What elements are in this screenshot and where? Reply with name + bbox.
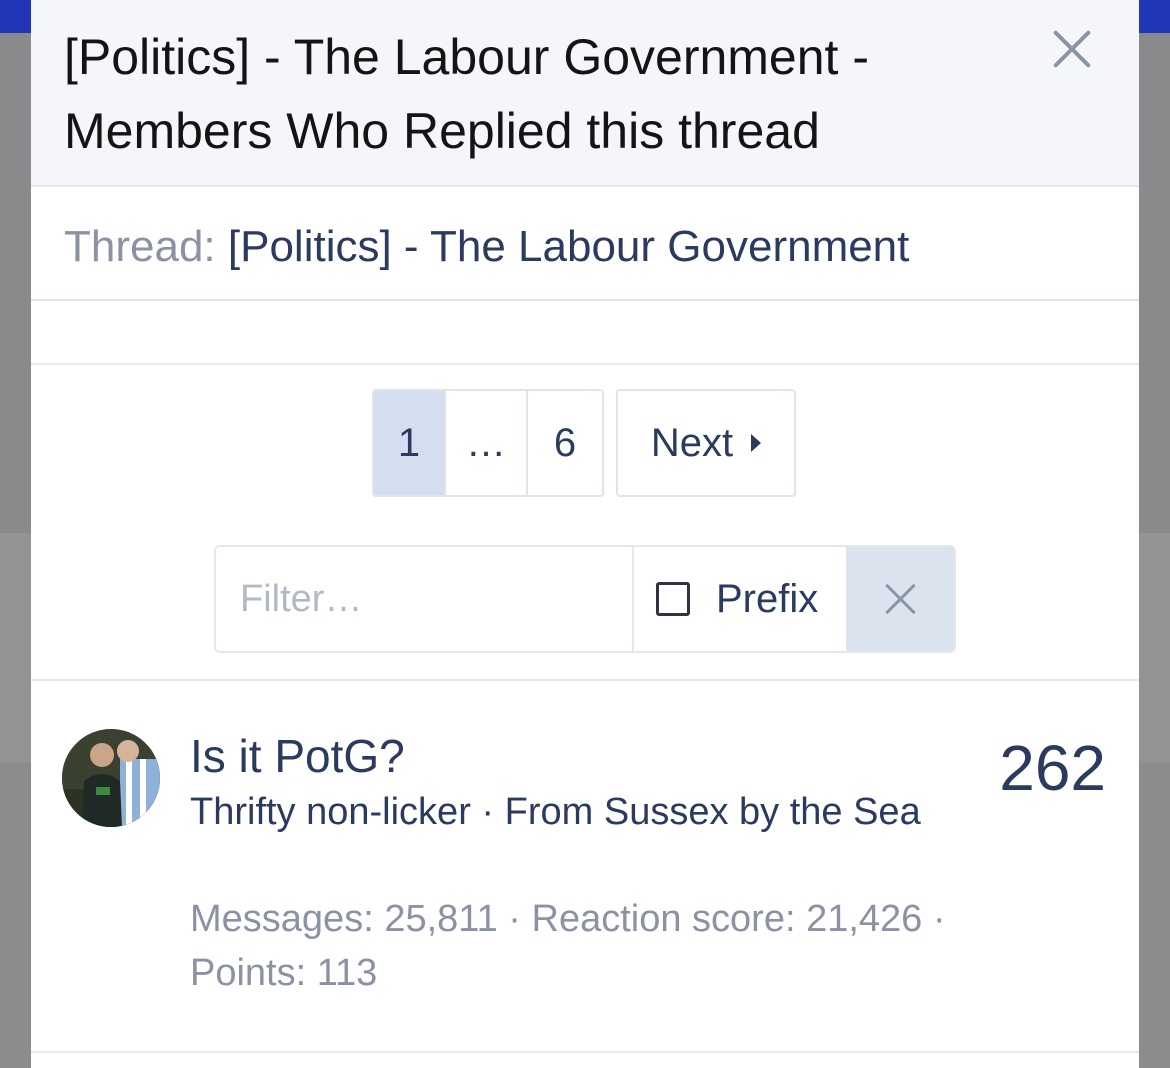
thread-link[interactable]: [Politics] - The Labour Government	[228, 222, 910, 271]
caret-right-icon	[751, 434, 762, 452]
points-value: 113	[316, 952, 378, 994]
thread-row: Thread: [Politics] - The Labour Governme…	[31, 187, 1139, 301]
page-number-group: 1 … 6	[372, 389, 604, 497]
page-6-button[interactable]: 6	[526, 391, 602, 495]
member-title: Thrifty non-licker	[190, 791, 471, 833]
pagination: 1 … 6 Next	[372, 389, 796, 497]
avatar-image	[62, 729, 160, 827]
page-1-button[interactable]: 1	[374, 391, 444, 495]
points-label: Points:	[190, 952, 307, 994]
separator-dot: ·	[508, 898, 532, 940]
filter-bar: Prefix	[214, 545, 956, 653]
prefix-toggle[interactable]: Prefix	[632, 547, 846, 651]
messages-label: Messages:	[190, 898, 374, 940]
prefix-checkbox[interactable]	[656, 582, 690, 616]
filter-input[interactable]	[216, 547, 632, 651]
page-ellipsis-button[interactable]: …	[444, 391, 526, 495]
avatar[interactable]	[62, 729, 160, 827]
member-name-link[interactable]: Is it PotG?	[190, 727, 405, 785]
member-stats: Messages: 25,811 · Reaction score: 21,42…	[190, 892, 1010, 1000]
reaction-score-value: 21,426	[806, 898, 923, 940]
members-replied-modal: [Politics] - The Labour Government - Mem…	[31, 0, 1139, 1068]
messages-value: 25,811	[384, 898, 498, 940]
next-label: Next	[650, 420, 734, 465]
next-page-button[interactable]: Next	[616, 389, 796, 497]
reply-count: 262	[999, 732, 1106, 804]
thread-label: Thread:	[64, 222, 216, 271]
member-from-label: From	[504, 791, 594, 833]
member-location: Sussex by the Sea	[603, 791, 921, 833]
clear-filter-button[interactable]	[846, 547, 954, 651]
modal-title: [Politics] - The Labour Government - Mem…	[64, 29, 869, 159]
reaction-score-label: Reaction score:	[531, 898, 796, 940]
close-icon[interactable]	[1049, 26, 1095, 72]
modal-header: [Politics] - The Labour Government - Mem…	[31, 0, 1139, 187]
member-info: Thrifty non-licker · From Sussex by the …	[190, 785, 950, 839]
spacer-row	[31, 301, 1139, 365]
prefix-label: Prefix	[716, 576, 819, 621]
controls-area: 1 … 6 Next Prefix	[31, 365, 1139, 681]
separator-dot: ·	[481, 791, 505, 833]
separator-dot: ·	[932, 898, 946, 940]
